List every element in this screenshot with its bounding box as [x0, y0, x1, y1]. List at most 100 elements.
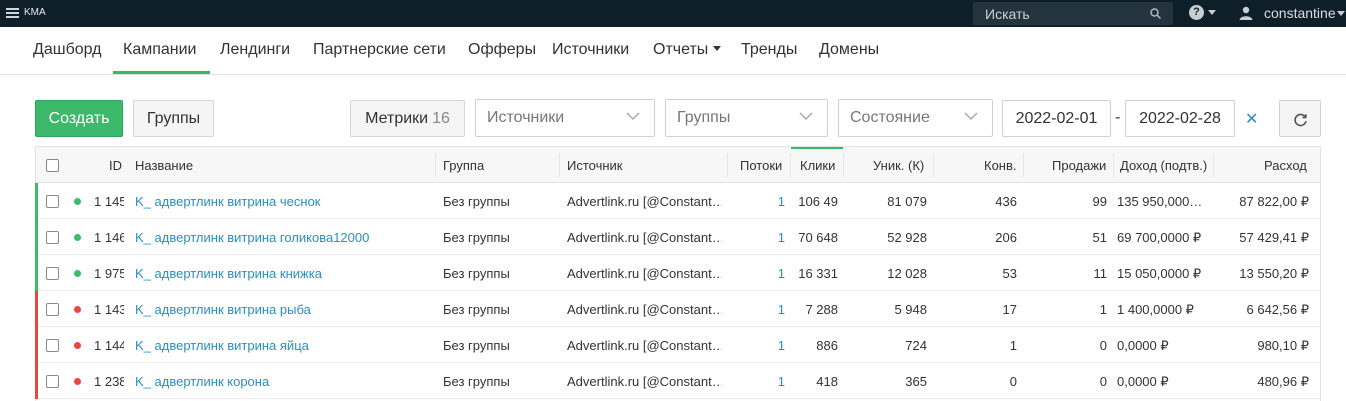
table-row[interactable]: 1 146 K_ адвертлинк витрина голикова12000…	[35, 219, 1320, 255]
column-header-source[interactable]: Источник	[567, 158, 623, 173]
column-header-sales[interactable]: Продажи	[1052, 158, 1106, 173]
hamburger-menu-icon[interactable]	[6, 8, 19, 18]
column-divider	[1213, 153, 1214, 177]
clear-dates-icon[interactable]: ✕	[1245, 109, 1258, 129]
help-icon[interactable]: ?	[1189, 5, 1204, 20]
nav-item-sources[interactable]: Источники	[552, 41, 629, 59]
cell-flows[interactable]: 1	[736, 374, 785, 389]
cell-name[interactable]: K_ адвертлинк витрина чеснок	[135, 194, 430, 209]
groups-select-placeholder: Группы	[677, 109, 731, 126]
column-divider	[790, 153, 791, 177]
help-menu[interactable]: ?	[1189, 5, 1217, 21]
table-row[interactable]: 1 975 K_ адвертлинк витрина книжка Без гру…	[35, 255, 1320, 291]
nav-item-dashboard[interactable]: Дашборд	[33, 41, 102, 59]
cell-clicks: 886	[816, 338, 838, 353]
search-icon[interactable]	[1150, 8, 1161, 19]
date-from-input[interactable]: 2022-02-01	[1002, 100, 1111, 137]
row-checkbox[interactable]	[46, 195, 59, 208]
table-row[interactable]: 1 143 K_ адвертлинк витрина рыба Без групп…	[35, 291, 1320, 327]
cell-sales: 1	[1099, 302, 1107, 317]
cell-name[interactable]: K_ адвертлинк витрина рыба	[135, 302, 430, 317]
column-header-income[interactable]: Доход (подтв.)	[1120, 158, 1208, 173]
brand-logo[interactable]: KMA	[24, 7, 46, 18]
cell-unique: 12 028	[887, 266, 927, 281]
metrics-button[interactable]: Метрики 16	[350, 100, 465, 137]
cell-clicks: 70 648	[798, 230, 838, 245]
cell-flows[interactable]: 1	[736, 302, 785, 317]
cell-name[interactable]: K_ адвертлинк витрина голикова12000	[135, 230, 430, 245]
cell-unique: 52 928	[887, 230, 927, 245]
cell-name[interactable]: K_ адвертлинк витрина яйца	[135, 338, 430, 353]
row-checkbox[interactable]	[46, 231, 59, 244]
nav-item-landings[interactable]: Лендинги	[220, 41, 290, 59]
row-status-bar	[35, 255, 38, 291]
cell-name[interactable]: K_ адвертлинк витрина книжка	[135, 266, 430, 281]
table-row[interactable]: 1 238 K_ адвертлинк корона Без группы Adver…	[35, 363, 1320, 399]
cell-sales: 0	[1099, 374, 1107, 389]
date-to-input[interactable]: 2022-02-28	[1125, 100, 1235, 137]
cell-id: 1 144	[94, 338, 124, 353]
nav-item-affiliate-networks[interactable]: Партнерские сети	[313, 41, 446, 59]
cell-source: Advertlink.ru [@Constant…	[567, 302, 722, 317]
row-checkbox[interactable]	[46, 375, 59, 388]
cell-sales: 0	[1099, 338, 1107, 353]
cell-id: 1 143	[94, 302, 124, 317]
nav-item-domains[interactable]: Домены	[819, 41, 879, 59]
nav-item-offers[interactable]: Офферы	[468, 41, 536, 59]
cell-name[interactable]: K_ адвертлинк корона	[135, 374, 430, 389]
table-row[interactable]: 1 144 K_ адвертлинк витрина яйца Без групп…	[35, 327, 1320, 363]
column-header-clicks[interactable]: Клики	[800, 158, 835, 173]
row-checkbox[interactable]	[46, 339, 59, 352]
cell-conversions: 17	[1002, 302, 1017, 317]
nav-item-reports[interactable]: Отчеты	[653, 41, 722, 59]
refresh-button[interactable]	[1279, 100, 1321, 137]
column-divider	[1023, 153, 1024, 177]
main-nav: Дашборд Кампании Лендинги Партнерские се…	[0, 27, 1346, 75]
username[interactable]: constantine	[1264, 5, 1336, 21]
cell-unique: 5 948	[894, 302, 927, 317]
table-row[interactable]: 1 145 K_ адвертлинк витрина чеснок Без гру…	[35, 183, 1320, 219]
column-header-conversions[interactable]: Конв.	[984, 158, 1017, 173]
row-checkbox[interactable]	[46, 267, 59, 280]
cell-conversions: 0	[1009, 374, 1017, 389]
column-header-flows[interactable]: Потоки	[740, 158, 782, 173]
state-select-placeholder: Состояние	[850, 109, 930, 126]
cell-flows[interactable]: 1	[736, 194, 785, 209]
cell-flows[interactable]: 1	[736, 230, 785, 245]
row-status-bar	[35, 219, 38, 255]
nav-item-campaigns[interactable]: Кампании	[123, 41, 197, 59]
cell-income: 15 050,0000 ₽	[1117, 266, 1202, 281]
create-button[interactable]: Создать	[35, 100, 123, 137]
row-checkbox[interactable]	[46, 303, 59, 316]
column-header-group[interactable]: Группа	[443, 158, 484, 173]
chevron-down-icon	[1337, 11, 1345, 16]
search-input[interactable]	[973, 2, 1143, 25]
sources-select[interactable]: Источники	[475, 99, 655, 137]
cell-flows[interactable]: 1	[736, 266, 785, 281]
nav-item-trends[interactable]: Тренды	[741, 41, 797, 59]
cell-id: 1 146	[94, 230, 124, 245]
cell-sales: 11	[1093, 266, 1108, 281]
cell-expense: 6 642,56 ₽	[1246, 302, 1310, 317]
status-dot-icon	[74, 270, 81, 277]
column-divider	[727, 153, 728, 177]
groups-select[interactable]: Группы	[665, 99, 828, 137]
select-all-checkbox[interactable]	[46, 159, 59, 172]
column-header-name[interactable]: Название	[135, 158, 193, 173]
cell-expense: 13 550,20 ₽	[1239, 266, 1309, 281]
sorted-column-indicator	[791, 147, 843, 149]
column-header-id[interactable]: ID	[109, 158, 122, 173]
status-dot-icon	[74, 342, 81, 349]
cell-conversions: 436	[995, 194, 1017, 209]
state-select[interactable]: Состояние	[838, 99, 993, 137]
search-box[interactable]	[973, 2, 1173, 25]
row-status-bar	[35, 291, 38, 327]
cell-conversions: 1	[1009, 338, 1017, 353]
column-divider	[435, 153, 436, 177]
status-dot-icon	[74, 306, 81, 313]
column-header-expense[interactable]: Расход	[1264, 158, 1307, 173]
column-header-unique[interactable]: Уник. (К)	[873, 158, 924, 173]
groups-button[interactable]: Группы	[133, 100, 214, 137]
cell-flows[interactable]: 1	[736, 338, 785, 353]
cell-income: 0,0000 ₽	[1117, 374, 1169, 389]
